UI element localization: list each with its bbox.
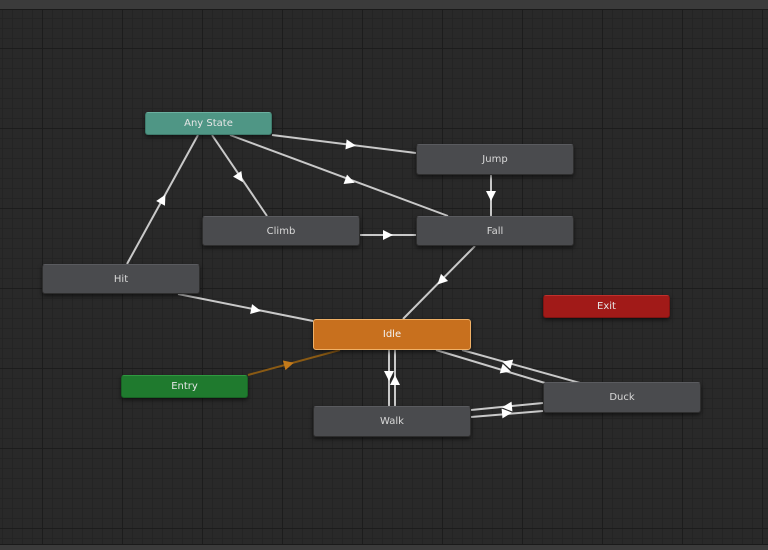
state-exit[interactable]: Exit — [543, 295, 670, 318]
state-label: Any State — [184, 118, 233, 129]
state-climb[interactable]: Climb — [202, 216, 360, 246]
state-label: Exit — [597, 301, 616, 312]
state-entry[interactable]: Entry — [121, 375, 248, 398]
state-jump[interactable]: Jump — [416, 144, 574, 175]
state-label: Duck — [609, 392, 635, 403]
state-label: Hit — [113, 273, 129, 285]
transition-anystate-jump[interactable] — [271, 134, 417, 154]
state-duck[interactable]: Duck — [543, 382, 701, 413]
transition-idle-walk[interactable] — [384, 350, 394, 406]
transition-idle-duck[interactable] — [435, 349, 546, 384]
state-label: Entry — [171, 381, 198, 392]
transition-fall-idle[interactable] — [402, 245, 476, 320]
state-label: Fall — [486, 225, 504, 237]
graph-bottom-bar — [0, 544, 768, 550]
transition-hit-idle[interactable] — [177, 293, 314, 322]
transition-entry-idle[interactable] — [247, 349, 341, 376]
state-hit[interactable]: Hit — [42, 264, 200, 294]
transition-climb-fall[interactable] — [360, 230, 416, 240]
state-fall[interactable]: Fall — [416, 216, 574, 246]
transition-anystate-climb[interactable] — [211, 134, 268, 217]
transition-walk-idle[interactable] — [390, 350, 400, 406]
transition-hit-anystate[interactable] — [126, 134, 199, 265]
state-label: Idle — [382, 329, 402, 340]
transition-jump-fall[interactable] — [486, 175, 496, 216]
state-walk[interactable]: Walk — [313, 406, 471, 437]
state-any-state[interactable]: Any State — [145, 112, 272, 135]
state-label: Climb — [266, 225, 296, 237]
state-idle-default[interactable]: Idle — [313, 319, 471, 350]
transition-duck-idle[interactable] — [461, 349, 581, 384]
state-label: Walk — [380, 416, 404, 427]
animator-graph-canvas[interactable]: Any State Jump Climb Fall Hit Exit Idle … — [0, 0, 768, 550]
state-label: Jump — [482, 154, 508, 165]
